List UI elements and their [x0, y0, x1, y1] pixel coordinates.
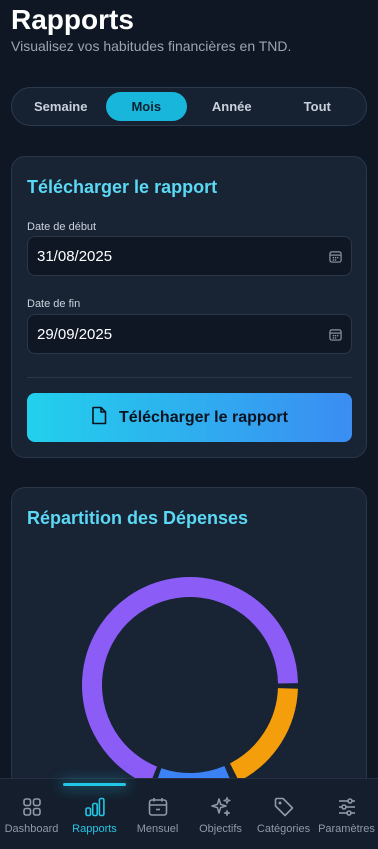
end-date-label: Date de fin [27, 298, 81, 310]
grid-icon [21, 796, 43, 818]
start-date-label: Date de début [27, 221, 97, 233]
period-selector: Semaine Mois Année Tout [11, 87, 367, 126]
bar-chart-icon [84, 796, 106, 818]
expense-breakdown-card: Répartition des Dépenses [11, 487, 367, 827]
tab-semaine[interactable]: Semaine [20, 92, 102, 121]
download-card-title: Télécharger le rapport [27, 177, 218, 197]
nav-label: Catégories [256, 823, 311, 835]
calendar-icon [147, 796, 169, 818]
bottom-navigation: Dashboard Rapports Mensuel Objectifs Cat… [0, 778, 378, 849]
nav-dashboard[interactable]: Dashboard [0, 779, 63, 849]
nav-label: Rapports [72, 823, 117, 835]
tab-tout[interactable]: Tout [277, 92, 359, 121]
tag-icon [273, 796, 295, 818]
page-subtitle: Visualisez vos habitudes financières en … [11, 38, 292, 54]
file-icon [91, 406, 107, 430]
nav-objectifs[interactable]: Objectifs [189, 779, 252, 849]
download-button-label: Télécharger le rapport [119, 408, 288, 426]
nav-label: Dashboard [4, 823, 59, 835]
active-nav-indicator [63, 783, 126, 786]
end-date-field[interactable]: 29/09/2025 [27, 314, 352, 354]
chart-card-title: Répartition des Dépenses [27, 508, 249, 528]
tab-mois[interactable]: Mois [105, 92, 187, 121]
download-report-button[interactable]: Télécharger le rapport [27, 393, 352, 442]
nav-mensuel[interactable]: Mensuel [126, 779, 189, 849]
nav-parametres[interactable]: Paramètres [315, 779, 378, 849]
nav-categories[interactable]: Catégories [252, 779, 315, 849]
nav-label: Paramètres [318, 823, 375, 835]
start-date-value: 31/08/2025 [37, 247, 113, 265]
start-date-field[interactable]: 31/08/2025 [27, 236, 352, 276]
page-title: Rapports [11, 4, 134, 35]
nav-label: Objectifs [199, 823, 242, 835]
sparkles-icon [210, 796, 232, 818]
tab-annee[interactable]: Année [191, 92, 273, 121]
donut-slice-1[interactable] [229, 687, 298, 782]
end-date-value: 29/09/2025 [37, 325, 113, 343]
calendar-icon[interactable] [328, 327, 342, 341]
expense-donut-chart [82, 577, 298, 793]
download-report-card: Télécharger le rapport Date de début 31/… [11, 156, 367, 458]
nav-label: Mensuel [136, 823, 179, 835]
calendar-icon[interactable] [328, 249, 342, 263]
divider [27, 377, 352, 378]
nav-rapports[interactable]: Rapports [63, 779, 126, 849]
sliders-icon [336, 796, 358, 818]
